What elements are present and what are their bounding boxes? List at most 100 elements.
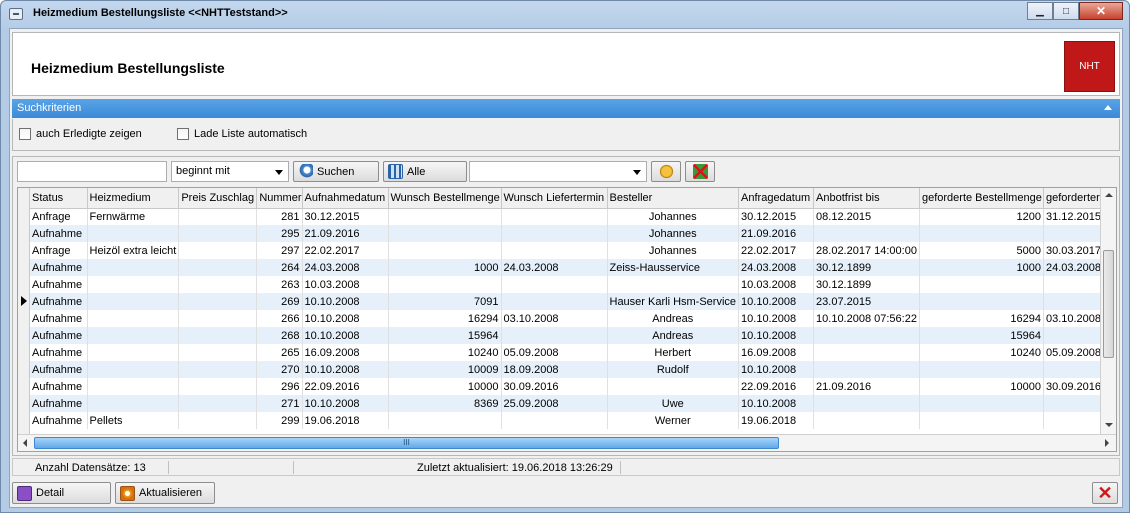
column-header[interactable]: Status	[30, 188, 88, 209]
table-cell[interactable]	[919, 293, 1044, 310]
table-cell[interactable]: Aufnahme	[30, 327, 88, 344]
table-cell[interactable]	[501, 225, 608, 242]
table-cell[interactable]: 10.10.2008	[738, 361, 815, 378]
column-header[interactable]: Wunsch Liefertermin	[501, 188, 608, 209]
table-cell[interactable]	[178, 225, 258, 242]
table-cell[interactable]	[813, 395, 920, 412]
table-cell[interactable]	[501, 208, 608, 225]
table-cell[interactable]: 24.03.2008	[738, 259, 815, 276]
scroll-up-icon[interactable]	[1105, 193, 1113, 197]
table-cell[interactable]: Fernwärme	[87, 208, 180, 225]
horizontal-scroll-thumb[interactable]: III	[34, 437, 779, 449]
table-cell[interactable]	[813, 225, 920, 242]
table-cell[interactable]: Werner	[607, 412, 740, 429]
table-cell[interactable]: 10.10.2008	[302, 361, 389, 378]
column-header[interactable]: Aufnahmedatum	[302, 188, 389, 209]
table-cell[interactable]: 10.10.2008	[302, 395, 389, 412]
table-cell[interactable]	[178, 344, 258, 361]
table-cell[interactable]: 1000	[388, 259, 502, 276]
horizontal-scrollbar[interactable]: III	[18, 434, 1116, 451]
hand-button[interactable]	[651, 161, 681, 182]
match-mode-select[interactable]: beginnt mit	[171, 161, 289, 182]
column-header[interactable]: Preis Zuschlag	[178, 188, 258, 209]
table-cell[interactable]	[87, 225, 180, 242]
table-cell[interactable]: Pellets	[87, 412, 180, 429]
all-button[interactable]: Alle	[383, 161, 467, 182]
table-cell[interactable]	[87, 310, 180, 327]
table-cell[interactable]: Aufnahme	[30, 412, 88, 429]
table-cell[interactable]: Zeiss-Hausservice	[607, 259, 740, 276]
table-cell[interactable]: 16294	[919, 310, 1044, 327]
table-cell[interactable]: 10.10.2008 07:56:22	[813, 310, 920, 327]
show-done-checkbox[interactable]: auch Erledigte zeigen	[19, 128, 142, 140]
table-cell[interactable]: Anfrage	[30, 242, 88, 259]
table-row[interactable]: Anfrage Heizöl extra leicht 297 22.02.2017 J…	[30, 242, 1110, 259]
table-cell[interactable]: 8369	[388, 395, 502, 412]
table-cell[interactable]: 270	[256, 361, 303, 378]
search-input[interactable]	[17, 161, 167, 182]
table-cell[interactable]	[813, 344, 920, 361]
table-cell[interactable]	[87, 276, 180, 293]
table-cell[interactable]: 05.09.2008	[501, 344, 608, 361]
maximize-button[interactable]: □	[1053, 2, 1079, 20]
table-cell[interactable]	[813, 327, 920, 344]
table-cell[interactable]: 10.10.2008	[302, 310, 389, 327]
table-cell[interactable]	[178, 378, 258, 395]
table-cell[interactable]: 10.10.2008	[302, 293, 389, 310]
table-cell[interactable]: Aufnahme	[30, 344, 88, 361]
table-cell[interactable]: 15964	[388, 327, 502, 344]
table-cell[interactable]: 10.10.2008	[738, 310, 815, 327]
table-cell[interactable]	[178, 327, 258, 344]
table-cell[interactable]: Aufnahme	[30, 225, 88, 242]
table-cell[interactable]	[178, 293, 258, 310]
table-cell[interactable]	[501, 412, 608, 429]
table-row[interactable]: Aufnahme 270 10.10.2008 10009 18.09.2008 Rudo…	[30, 361, 1110, 378]
table-cell[interactable]	[87, 395, 180, 412]
table-cell[interactable]	[388, 276, 502, 293]
table-cell[interactable]	[178, 208, 258, 225]
table-cell[interactable]: 16294	[388, 310, 502, 327]
table-cell[interactable]: 28.02.2017 14:00:00	[813, 242, 920, 259]
table-cell[interactable]	[87, 344, 180, 361]
table-cell[interactable]: 16.09.2008	[302, 344, 389, 361]
table-cell[interactable]: 19.06.2018	[302, 412, 389, 429]
table-cell[interactable]	[919, 225, 1044, 242]
table-cell[interactable]: 10.10.2008	[738, 327, 815, 344]
export-button[interactable]	[685, 161, 715, 182]
column-header[interactable]: Anfragedatum	[738, 188, 815, 209]
table-cell[interactable]	[87, 378, 180, 395]
table-cell[interactable]: 10.03.2008	[302, 276, 389, 293]
table-cell[interactable]: 1200	[919, 208, 1044, 225]
table-row[interactable]: Aufnahme 295 21.09.2016 Johannes 21.09.2016	[30, 225, 1110, 242]
table-cell[interactable]: 10.03.2008	[738, 276, 815, 293]
table-cell[interactable]: Herbert	[607, 344, 740, 361]
table-cell[interactable]: 10.10.2008	[738, 395, 815, 412]
table-cell[interactable]: 299	[256, 412, 303, 429]
table-cell[interactable]: 10.10.2008	[738, 293, 815, 310]
table-cell[interactable]: Andreas	[607, 327, 740, 344]
table-cell[interactable]	[178, 259, 258, 276]
table-row[interactable]: Aufnahme 271 10.10.2008 8369 25.09.2008 Uwe 10…	[30, 395, 1110, 412]
table-cell[interactable]: Hauser Karli Hsm-Service	[607, 293, 740, 310]
table-cell[interactable]: Johannes	[607, 242, 740, 259]
table-cell[interactable]: 30.09.2016	[501, 378, 608, 395]
checkbox-box[interactable]	[19, 128, 31, 140]
table-cell[interactable]: 21.09.2016	[813, 378, 920, 395]
table-cell[interactable]: 10.10.2008	[302, 327, 389, 344]
table-cell[interactable]	[388, 412, 502, 429]
table-cell[interactable]	[501, 276, 608, 293]
table-cell[interactable]: 10000	[919, 378, 1044, 395]
table-cell[interactable]: 16.09.2008	[738, 344, 815, 361]
table-cell[interactable]: 30.12.2015	[738, 208, 815, 225]
table-cell[interactable]	[87, 293, 180, 310]
table-cell[interactable]	[919, 276, 1044, 293]
close-button[interactable]: ✕	[1092, 482, 1118, 504]
column-header[interactable]: Heizmedium	[87, 188, 180, 209]
table-cell[interactable]: 18.09.2008	[501, 361, 608, 378]
column-header[interactable]: Nummer	[256, 188, 303, 209]
table-cell[interactable]	[388, 225, 502, 242]
refresh-button[interactable]: Aktualisieren	[115, 482, 215, 504]
table-cell[interactable]: 296	[256, 378, 303, 395]
table-cell[interactable]: Aufnahme	[30, 361, 88, 378]
table-cell[interactable]: 297	[256, 242, 303, 259]
